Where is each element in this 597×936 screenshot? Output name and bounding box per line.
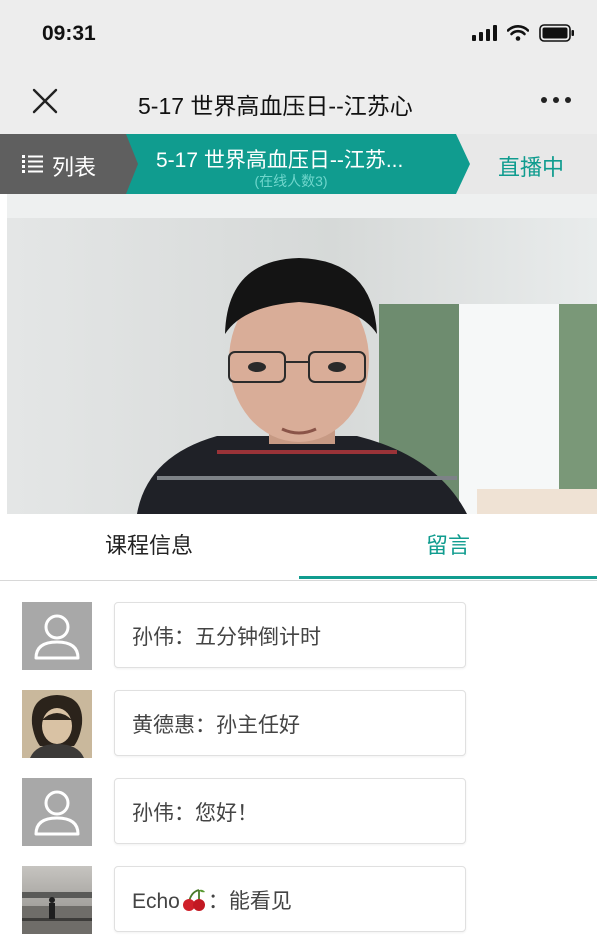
list-item: 孙伟：您好！ xyxy=(0,778,597,848)
user-photo xyxy=(22,690,92,758)
comment-list[interactable]: 孙伟：五分钟倒计时 黄德惠：孙主任好 孙伟：您好！ Echo ：能看见 xyxy=(0,582,597,936)
comment-message: 孙主任好 xyxy=(216,714,300,737)
live-header: 列表 5-17 世界高血压日--江苏... (在线人数3) 直播中 xyxy=(0,134,597,194)
comment-user: 孙伟 xyxy=(132,626,174,649)
user-photo xyxy=(22,866,92,934)
list-label: 列表 xyxy=(52,155,97,180)
status-time: 09:31 xyxy=(42,22,96,45)
comment-message: 五分钟倒计时 xyxy=(195,626,321,649)
comment-bubble: 孙伟：五分钟倒计时 xyxy=(114,602,466,668)
tab-bar: 课程信息 留言 xyxy=(0,514,597,581)
wifi-icon xyxy=(507,25,529,41)
video-frame xyxy=(7,194,597,514)
comment-bubble: Echo ：能看见 xyxy=(114,866,466,932)
comment-user: 孙伟 xyxy=(132,802,174,825)
avatar xyxy=(22,602,92,670)
close-icon xyxy=(32,88,58,114)
online-count: (在线人数3) xyxy=(254,173,328,189)
active-tab-indicator xyxy=(299,576,597,579)
signal-icon xyxy=(472,25,497,41)
nav-bar: 5-17 世界高血压日--江苏心 xyxy=(0,70,597,134)
comment-user: Echo xyxy=(132,890,180,913)
list-item: 黄德惠：孙主任好 xyxy=(0,690,597,760)
status-bar: 09:31 xyxy=(0,0,597,70)
video-player[interactable] xyxy=(7,194,597,514)
list-item: 孙伟：五分钟倒计时 xyxy=(0,602,597,672)
more-button[interactable] xyxy=(541,97,571,103)
comment-text: 黄德惠：孙主任好 xyxy=(132,714,300,737)
comment-bubble: 黄德惠：孙主任好 xyxy=(114,690,466,756)
live-title: 5-17 世界高血压日--江苏... xyxy=(156,149,404,172)
avatar xyxy=(22,778,92,846)
cherry-icon xyxy=(182,889,205,911)
status-icons xyxy=(472,24,575,42)
list-item: Echo ：能看见 xyxy=(0,866,597,936)
page-title: 5-17 世界高血压日--江苏心 xyxy=(138,93,413,119)
comment-text: Echo ：能看见 xyxy=(132,889,292,913)
comment-bubble: 孙伟：您好！ xyxy=(114,778,466,844)
list-icon xyxy=(22,155,43,173)
close-button[interactable] xyxy=(28,84,62,118)
avatar xyxy=(22,690,92,758)
comment-text: 孙伟：五分钟倒计时 xyxy=(132,626,321,649)
default-avatar-icon xyxy=(34,790,80,836)
comment-message: 您好！ xyxy=(195,802,258,825)
title-fade xyxy=(430,80,475,120)
more-icon xyxy=(541,97,547,103)
comment-text: 孙伟：您好！ xyxy=(132,802,258,825)
battery-icon xyxy=(539,24,574,42)
live-title-tab: 5-17 世界高血压日--江苏... (在线人数3) xyxy=(126,134,470,194)
avatar xyxy=(22,866,92,934)
default-avatar-icon xyxy=(34,614,80,660)
live-status: 直播中 xyxy=(498,155,565,180)
comment-message: 能看见 xyxy=(228,890,292,913)
tab-course-info[interactable]: 课程信息 xyxy=(0,514,298,580)
tab-comments[interactable]: 留言 xyxy=(299,514,597,580)
comment-user: 黄德惠 xyxy=(132,714,195,737)
